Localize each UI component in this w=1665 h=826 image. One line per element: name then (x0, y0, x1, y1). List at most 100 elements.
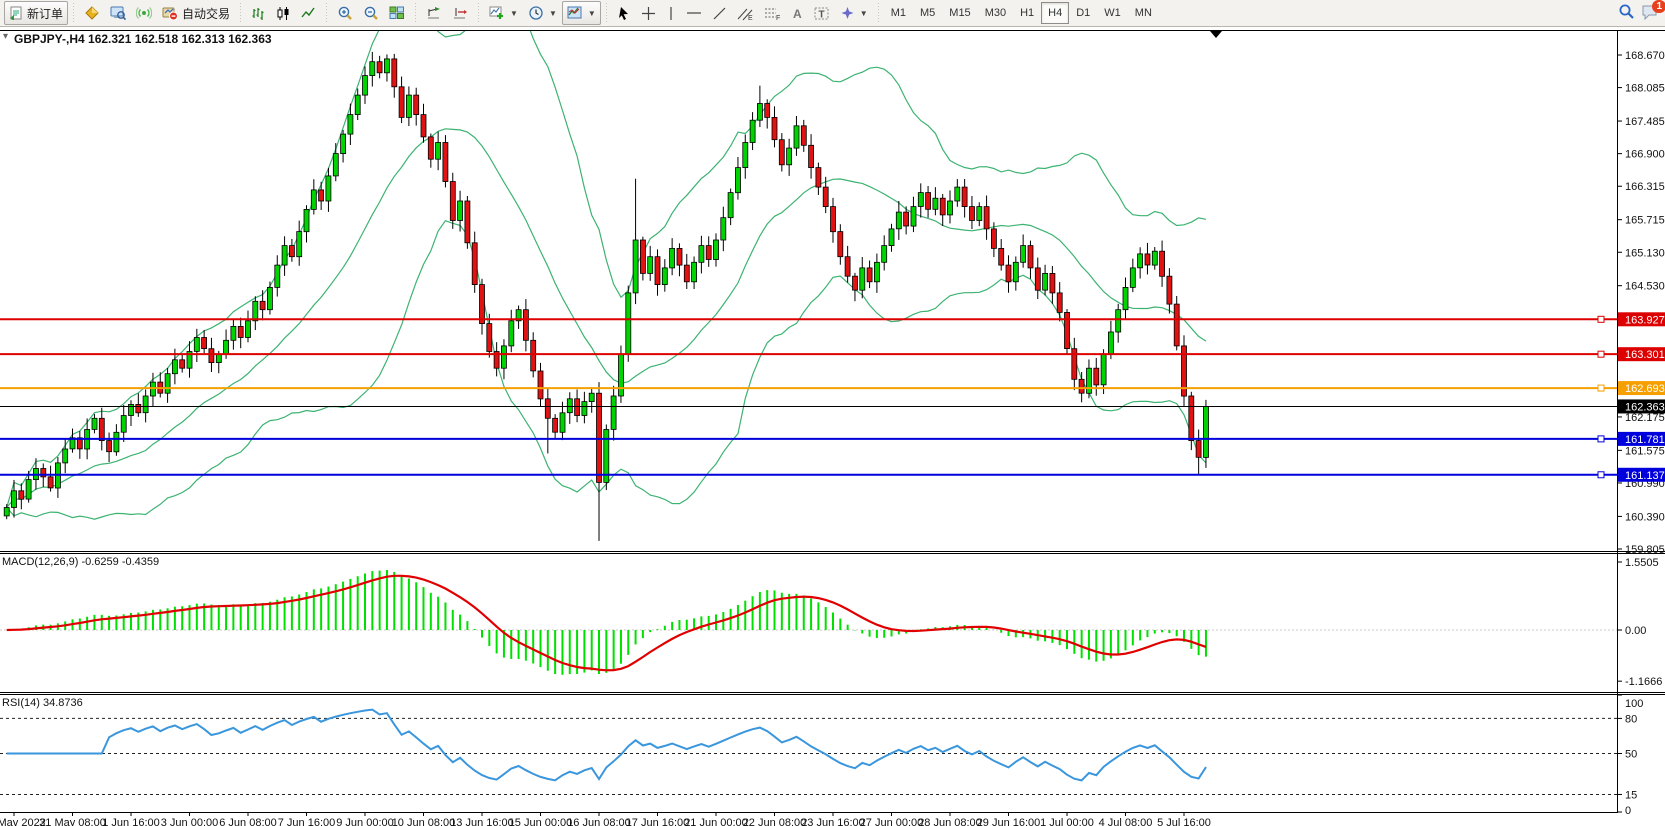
svg-text:50: 50 (1625, 749, 1637, 761)
horizontal-line-icon (686, 8, 702, 18)
svg-text:160.390: 160.390 (1625, 511, 1665, 523)
svg-text:161.137: 161.137 (1625, 470, 1665, 482)
chart-shift-button[interactable] (447, 1, 473, 25)
vertical-line-tool-button[interactable] (661, 1, 681, 25)
horizontal-line-tool-button[interactable] (681, 1, 707, 25)
svg-text:159.805: 159.805 (1625, 544, 1665, 556)
indicators-icon (489, 5, 505, 21)
timeframe-h1[interactable]: H1 (1013, 2, 1041, 24)
channel-tool-button[interactable]: E (732, 1, 759, 25)
toolbar-grip (603, 3, 610, 23)
new-order-icon (9, 6, 23, 20)
rsi-label: RSI(14) 34.8736 (2, 697, 83, 709)
search-icon[interactable] (1618, 3, 1635, 23)
line-chart-icon (301, 6, 316, 21)
arrows-icon (840, 6, 855, 21)
macd-indicator: 1.55050.00-1.1666 (0, 557, 1662, 688)
hline-handle (1598, 436, 1604, 442)
hline-handle (1598, 351, 1604, 357)
arrows-tool-button[interactable]: ▼ (835, 1, 873, 25)
indicators-dropdown-arrow[interactable]: ▼ (510, 9, 518, 18)
svg-text:162.175: 162.175 (1625, 412, 1665, 424)
svg-text:161.575: 161.575 (1625, 445, 1665, 457)
svg-text:80: 80 (1625, 713, 1637, 725)
bar-chart-button[interactable] (246, 1, 271, 25)
svg-text:4 Jul 08:00: 4 Jul 08:00 (1099, 817, 1153, 826)
metaquotes-button[interactable] (79, 1, 105, 25)
chart-shift-icon (452, 5, 468, 21)
svg-text:A: A (793, 7, 802, 20)
toolbar-grip (412, 3, 419, 23)
toolbar-grip (237, 3, 244, 23)
price-axis: 168.670168.085167.485166.900166.315165.7… (1617, 50, 1665, 556)
timeframe-m1[interactable]: M1 (884, 2, 913, 24)
timeframe-d1[interactable]: D1 (1069, 2, 1097, 24)
signals-button[interactable] (131, 1, 157, 25)
hline-handle (1598, 316, 1604, 322)
svg-text:168.085: 168.085 (1625, 83, 1665, 95)
svg-text:1 Jun 16:00: 1 Jun 16:00 (102, 817, 160, 826)
timeframe-mn[interactable]: MN (1128, 2, 1159, 24)
time-axis: 30 May 202231 May 08:001 Jun 16:003 Jun … (0, 812, 1211, 826)
svg-text:161.781: 161.781 (1625, 434, 1665, 446)
cursor-tool-button[interactable] (612, 1, 636, 25)
chart-canvas[interactable]: 168.670168.085167.485166.900166.315165.7… (0, 0, 1665, 826)
market-watch-button[interactable] (105, 1, 131, 25)
autotrading-button[interactable]: 自动交易 (157, 1, 235, 25)
templates-dropdown-arrow[interactable]: ▼ (588, 9, 596, 18)
timeframe-m15[interactable]: M15 (942, 2, 977, 24)
timeframe-w1[interactable]: W1 (1097, 2, 1128, 24)
timeframe-m30[interactable]: M30 (978, 2, 1013, 24)
svg-text:162.363: 162.363 (1625, 401, 1665, 413)
svg-text:15: 15 (1625, 789, 1637, 801)
chart-shift-marker[interactable] (1210, 31, 1222, 38)
svg-text:0.00: 0.00 (1625, 625, 1646, 637)
vertical-line-icon (666, 6, 676, 21)
zoom-in-button[interactable] (332, 1, 358, 25)
fibonacci-icon: F (764, 6, 781, 21)
svg-text:1 Jul 00:00: 1 Jul 00:00 (1040, 817, 1094, 826)
svg-text:9 Jun 00:00: 9 Jun 00:00 (336, 817, 394, 826)
svg-text:17 Jun 16:00: 17 Jun 16:00 (626, 817, 690, 826)
periods-button[interactable]: ▼ (523, 1, 562, 25)
fibonacci-tool-button[interactable]: F (759, 1, 786, 25)
tile-windows-button[interactable] (384, 1, 410, 25)
svg-text:31 May 08:00: 31 May 08:00 (39, 817, 106, 826)
trendline-tool-button[interactable] (707, 1, 732, 25)
chat-button[interactable]: 1 (1641, 4, 1659, 23)
toolbar-grip (70, 3, 77, 23)
zoom-out-button[interactable] (358, 1, 384, 25)
new-order-button[interactable]: 新订单 (4, 1, 68, 25)
signal-icon (136, 5, 152, 21)
monitor-search-icon (110, 5, 126, 21)
svg-text:28 Jun 08:00: 28 Jun 08:00 (918, 817, 982, 826)
svg-text:21 Jun 00:00: 21 Jun 00:00 (684, 817, 748, 826)
svg-text:166.900: 166.900 (1625, 149, 1665, 161)
clock-icon (528, 5, 544, 21)
periods-dropdown-arrow[interactable]: ▼ (549, 9, 557, 18)
zoom-out-icon (363, 5, 379, 21)
timeframe-h4[interactable]: H4 (1041, 2, 1069, 24)
timeframe-m5[interactable]: M5 (913, 2, 942, 24)
chart-title: GBPJPY-,H4 162.321 162.518 162.313 162.3… (14, 32, 272, 46)
text-tool-button[interactable]: A (786, 1, 809, 25)
templates-button[interactable]: ▼ (562, 1, 601, 25)
svg-text:22 Jun 08:00: 22 Jun 08:00 (743, 817, 807, 826)
auto-scroll-button[interactable] (421, 1, 447, 25)
text-label-icon: T (814, 6, 830, 21)
template-icon (567, 5, 583, 21)
macd-label: MACD(12,26,9) -0.6259 -0.4359 (2, 556, 159, 568)
hline-handle (1598, 472, 1604, 478)
svg-text:168.670: 168.670 (1625, 50, 1665, 62)
gold-diamond-icon (84, 5, 100, 21)
crosshair-tool-button[interactable] (636, 1, 661, 25)
bar-chart-icon (251, 6, 266, 21)
text-label-tool-button[interactable]: T (809, 1, 835, 25)
line-chart-button[interactable] (296, 1, 321, 25)
indicators-button[interactable]: ▼ (484, 1, 523, 25)
arrows-dropdown-arrow[interactable]: ▼ (860, 9, 868, 18)
one-click-trading-toggle[interactable]: ▾ (3, 31, 8, 42)
svg-text:163.301: 163.301 (1625, 349, 1665, 361)
toolbar-grip (875, 3, 882, 23)
candlestick-button[interactable] (271, 1, 296, 25)
